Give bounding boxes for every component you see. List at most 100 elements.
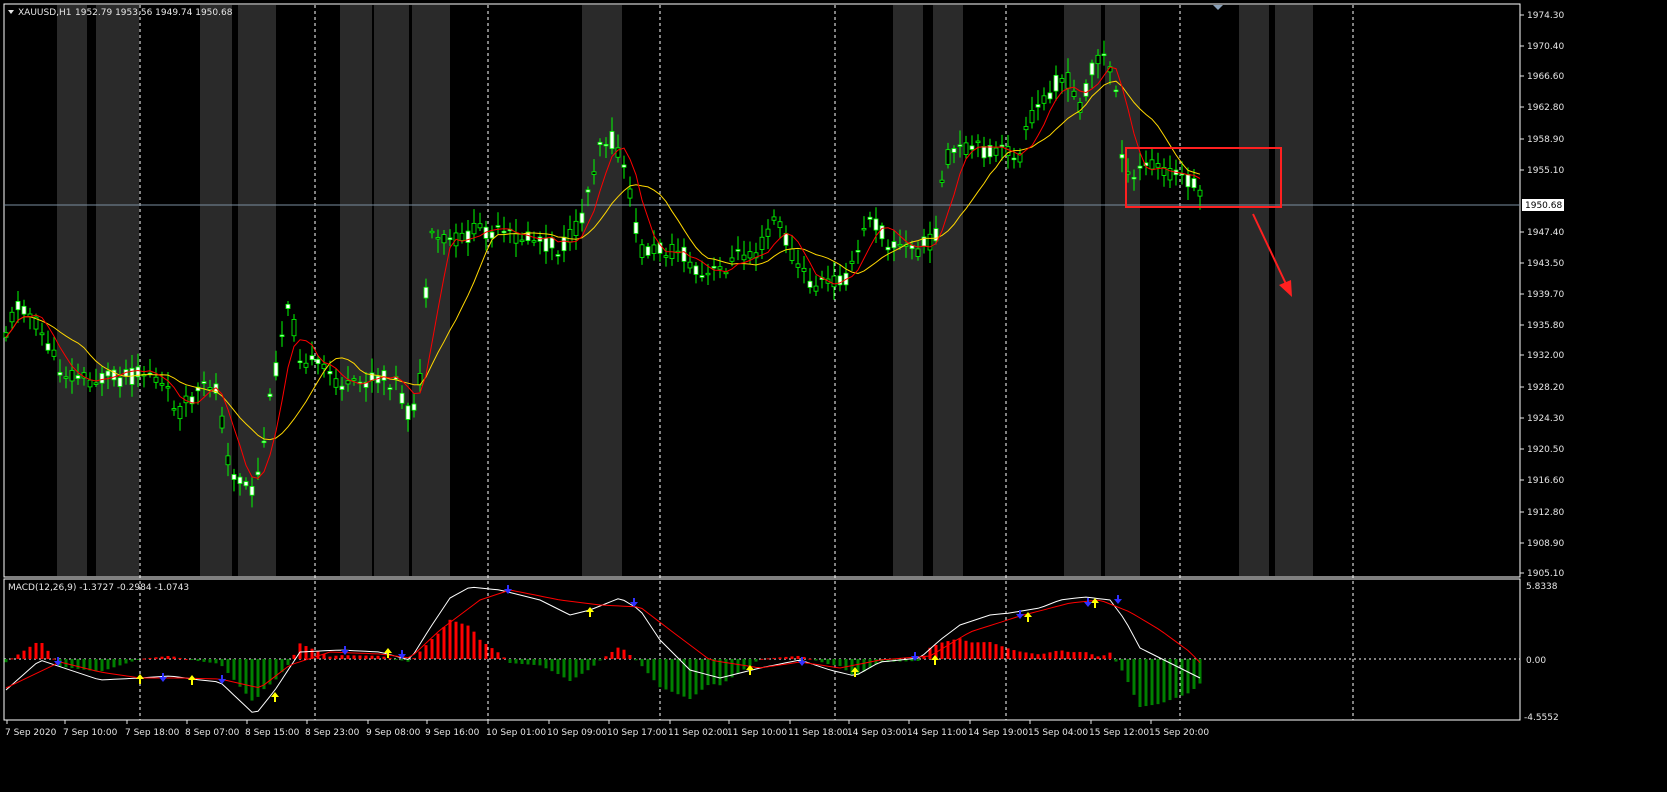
candle-body xyxy=(999,144,1005,148)
candle-body xyxy=(807,280,813,288)
macd-bar xyxy=(1120,659,1124,671)
macd-bar xyxy=(340,655,344,659)
candle-body xyxy=(9,311,15,323)
candle-body xyxy=(1047,92,1053,100)
candle-body xyxy=(1023,126,1029,131)
session-band xyxy=(96,5,139,576)
candle-body xyxy=(555,254,561,257)
candle-body xyxy=(303,362,309,368)
macd-bar xyxy=(592,659,596,666)
candle-body xyxy=(39,332,45,336)
macd-bar xyxy=(820,659,824,663)
price-tick-label: 1962.80 xyxy=(1527,103,1564,113)
time-tick-label: 14 Sep 03:00 xyxy=(847,728,907,738)
macd-bar xyxy=(1042,653,1046,659)
macd-bar xyxy=(1168,659,1172,701)
candle-body xyxy=(225,455,231,466)
buy-arrow-icon xyxy=(1091,598,1099,608)
price-tick-label: 1920.50 xyxy=(1527,445,1564,455)
macd-label: MACD(12,26,9) -1.3727 -0.2984 -1.0743 xyxy=(8,583,189,593)
candle-body xyxy=(327,370,333,375)
time-tick-label: 9 Sep 16:00 xyxy=(425,728,480,738)
macd-bar xyxy=(148,657,152,659)
candle-body xyxy=(69,370,75,382)
dropdown-triangle-icon[interactable] xyxy=(8,10,14,14)
macd-bar xyxy=(292,654,296,659)
macd-bar xyxy=(484,643,488,659)
candle-body xyxy=(177,406,183,420)
session-band xyxy=(1064,5,1101,576)
candle-body xyxy=(1149,159,1155,170)
macd-bar xyxy=(742,659,746,670)
macd-bar xyxy=(508,659,512,663)
macd-bar xyxy=(982,642,986,659)
macd-bar xyxy=(166,656,170,659)
macd-line xyxy=(5,586,1201,713)
macd-bar xyxy=(472,631,476,659)
chart-canvas[interactable]: XAUUSD,H1 1952.79 1953.56 1949.74 1950.6… xyxy=(0,0,1667,792)
macd-bar xyxy=(1108,652,1112,659)
macd-bar xyxy=(976,642,980,659)
price-axis[interactable]: 1974.30 1970.40 1966.60 1962.80 1958.90 1955.… xyxy=(1520,11,1564,579)
macd-bar xyxy=(1048,652,1052,659)
candle-body xyxy=(1113,89,1119,93)
macd-bar xyxy=(694,659,698,695)
macd-bar xyxy=(670,659,674,692)
candle-body xyxy=(681,246,687,262)
macd-bar xyxy=(598,659,602,661)
price-tick-label: 1924.30 xyxy=(1527,414,1564,424)
candle-body xyxy=(381,370,387,381)
macd-bar xyxy=(124,659,128,664)
macd-bar xyxy=(814,659,818,661)
session-band xyxy=(238,5,276,576)
macd-bar xyxy=(466,625,470,659)
buy-arrow-icon xyxy=(931,655,939,665)
macd-bar xyxy=(964,640,968,659)
macd-bar xyxy=(610,651,614,659)
candle-body xyxy=(885,246,891,251)
macd-bar xyxy=(94,659,98,672)
macd-bar xyxy=(334,655,338,659)
macd-bar xyxy=(760,658,764,660)
time-tick-label: 10 Sep 01:00 xyxy=(486,728,546,738)
macd-bar xyxy=(862,659,866,672)
candle-body xyxy=(531,240,537,243)
macd-axis-min: -4.5552 xyxy=(1524,713,1559,723)
session-band xyxy=(200,5,232,576)
macd-bar xyxy=(1012,650,1016,659)
price-tick-label: 1939.70 xyxy=(1527,290,1564,300)
time-tick-label: 14 Sep 11:00 xyxy=(907,728,967,738)
macd-bar xyxy=(250,659,254,701)
candle-body xyxy=(717,266,723,270)
macd-bar xyxy=(796,655,800,659)
candle-body xyxy=(93,382,99,385)
candle-body xyxy=(1035,104,1041,108)
candle-body xyxy=(759,236,765,250)
candle-body xyxy=(603,143,609,147)
shift-marker-icon[interactable] xyxy=(1213,5,1223,10)
candle-body xyxy=(345,380,351,385)
candle-body xyxy=(261,440,267,444)
candle-body xyxy=(609,131,615,150)
candle-body xyxy=(351,378,357,381)
candle-body xyxy=(255,471,261,476)
macd-bar xyxy=(532,659,536,665)
macd-bar xyxy=(832,659,836,666)
price-tick-label: 1932.00 xyxy=(1527,351,1564,361)
macd-bar xyxy=(202,659,206,662)
price-tick-label: 1958.90 xyxy=(1527,135,1564,145)
macd-bar xyxy=(1096,656,1100,659)
time-axis[interactable]: 7 Sep 2020 7 Sep 10:00 7 Sep 18:00 8 Sep 07… xyxy=(5,720,1209,738)
candle-body xyxy=(573,220,579,236)
candle-body xyxy=(75,375,81,379)
macd-bar xyxy=(130,659,134,662)
candle-body xyxy=(495,225,501,228)
candle-body xyxy=(951,148,957,153)
price-tick-label: 1908.90 xyxy=(1527,539,1564,549)
macd-bar xyxy=(622,649,626,659)
candle-body xyxy=(21,305,27,315)
macd-bar xyxy=(1150,659,1154,706)
price-tick-label: 1928.20 xyxy=(1527,383,1564,393)
sell-arrow-icon xyxy=(341,646,349,655)
candle-body xyxy=(945,149,951,165)
